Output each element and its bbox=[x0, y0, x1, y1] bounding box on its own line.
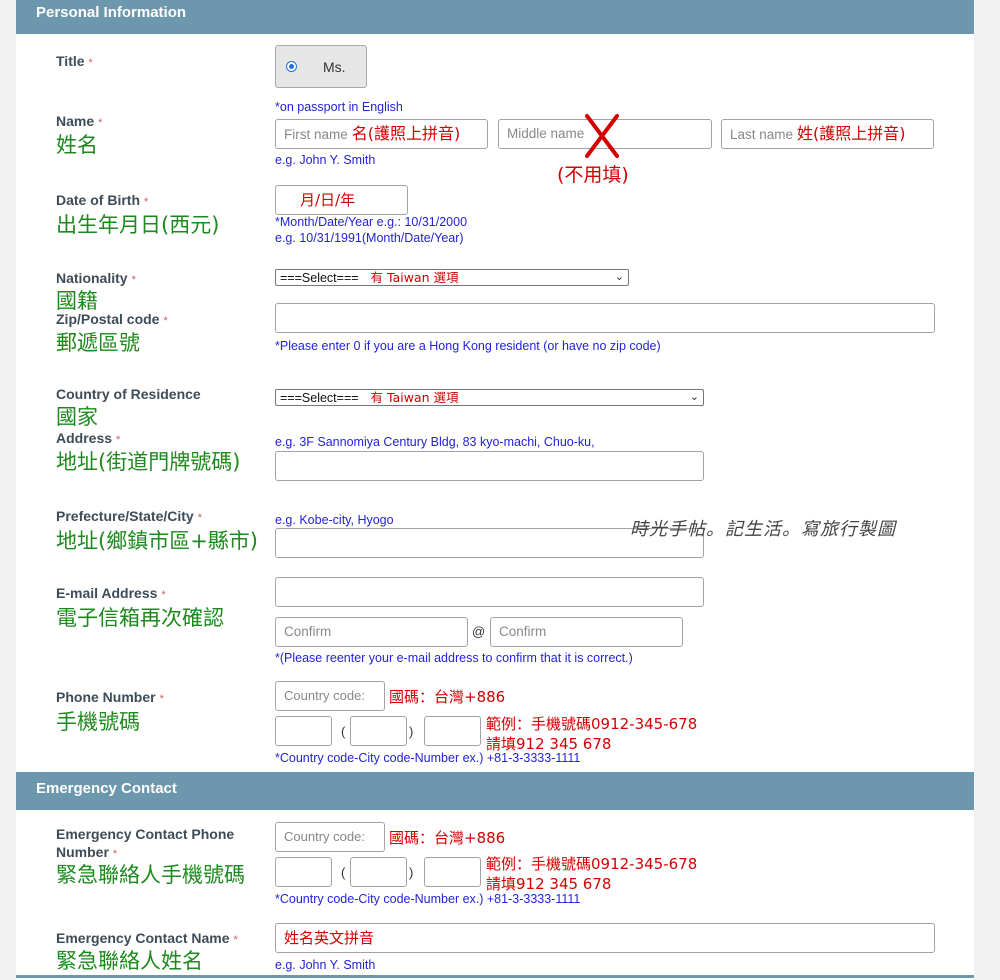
ec-phone-city-input[interactable] bbox=[350, 857, 407, 887]
title-label: Title * bbox=[56, 53, 93, 69]
section-header-personal: Personal Information bbox=[16, 0, 974, 34]
ec-phone-note-2: 請填912 345 678 bbox=[486, 875, 612, 893]
dob-hint-1: *Month/Date/Year e.g.: 10/31/2000 bbox=[275, 215, 468, 229]
zip-label: Zip/Postal code * bbox=[56, 311, 168, 327]
ec-phone-hint: *Country code-City code-Number ex.) +81-… bbox=[275, 892, 581, 906]
first-name-input[interactable]: First name 名(護照上拼音) bbox=[275, 119, 488, 149]
middle-name-note: (不用填) bbox=[557, 164, 629, 186]
dob-hint-2: e.g. 10/31/1991(Month/Date/Year) bbox=[275, 231, 464, 245]
phone-note-1: 範例：手機號碼0912-345-678 bbox=[486, 715, 698, 733]
last-name-note: 姓(護照上拼音) bbox=[797, 124, 906, 143]
name-example: e.g. John Y. Smith bbox=[275, 153, 376, 167]
name-zh: 姓名 bbox=[56, 133, 98, 157]
residence-select[interactable]: ===Select=== 有 Taiwan 選項 ⌄ bbox=[275, 389, 704, 406]
cross-mark-icon bbox=[585, 114, 619, 158]
phone-country-note: 國碼：台灣+886 bbox=[389, 688, 506, 706]
zip-zh: 郵遞區號 bbox=[56, 331, 140, 355]
title-radio-box[interactable]: Ms. bbox=[275, 45, 367, 88]
bottom-divider bbox=[16, 975, 974, 978]
phone-close-paren: ) bbox=[409, 724, 414, 739]
email-confirm-user-input[interactable]: Confirm bbox=[275, 617, 468, 647]
radio-selected-icon[interactable] bbox=[286, 61, 297, 72]
city-zh: 地址(鄉鎮市區+縣市) bbox=[56, 529, 258, 553]
dob-zh: 出生年月日(西元) bbox=[56, 213, 220, 237]
nationality-select[interactable]: ===Select=== 有 Taiwan 選項 ⌄ bbox=[275, 269, 629, 286]
city-label: Prefecture/State/City * bbox=[56, 508, 202, 524]
phone-number-input[interactable] bbox=[424, 716, 481, 746]
residence-zh: 國家 bbox=[56, 405, 98, 429]
zip-input[interactable] bbox=[275, 303, 935, 333]
chevron-down-icon: ⌄ bbox=[689, 391, 699, 403]
watermark-text: 時光手帖。記生活。寫旅行製圖 bbox=[630, 519, 896, 540]
city-hint: e.g. Kobe-city, Hyogo bbox=[275, 513, 394, 527]
address-zh: 地址(街道門牌號碼) bbox=[56, 450, 241, 474]
name-label: Name * bbox=[56, 113, 103, 129]
address-input[interactable] bbox=[275, 451, 704, 481]
chevron-down-icon: ⌄ bbox=[614, 271, 624, 283]
radio-ms-label: Ms. bbox=[323, 59, 346, 75]
last-name-input[interactable]: Last name 姓(護照上拼音) bbox=[721, 119, 934, 149]
ec-name-example: e.g. John Y. Smith bbox=[275, 958, 376, 972]
ec-phone-zh: 緊急聯絡人手機號碼 bbox=[56, 863, 245, 887]
phone-country-input[interactable] bbox=[275, 716, 332, 746]
residence-note: 有 Taiwan 選項 bbox=[370, 390, 459, 405]
ec-phone-country-input[interactable] bbox=[275, 857, 332, 887]
dob-label: Date of Birth * bbox=[56, 192, 149, 208]
name-hint: *on passport in English bbox=[275, 100, 403, 114]
ec-phone-number-input[interactable] bbox=[424, 857, 481, 887]
ec-phone-close-paren: ) bbox=[409, 865, 414, 880]
nationality-label: Nationality * bbox=[56, 270, 136, 286]
ec-phone-country-note: 國碼：台灣+886 bbox=[389, 829, 506, 847]
address-label: Address * bbox=[56, 430, 121, 446]
zip-hint: *Please enter 0 if you are a Hong Kong r… bbox=[275, 339, 661, 353]
phone-city-input[interactable] bbox=[350, 716, 407, 746]
email-input[interactable] bbox=[275, 577, 704, 607]
phone-hint: *Country code-City code-Number ex.) +81-… bbox=[275, 751, 581, 765]
ec-phone-note-1: 範例：手機號碼0912-345-678 bbox=[486, 855, 698, 873]
nationality-note: 有 Taiwan 選項 bbox=[370, 270, 459, 285]
phone-open-paren: ( bbox=[341, 724, 346, 739]
ec-phone-label-1: Emergency Contact Phone bbox=[56, 826, 235, 842]
email-label: E-mail Address * bbox=[56, 585, 166, 601]
email-hint: *(Please reenter your e-mail address to … bbox=[275, 651, 633, 665]
phone-country-code-input[interactable]: Country code: bbox=[275, 681, 385, 711]
email-confirm-domain-input[interactable]: Confirm bbox=[490, 617, 683, 647]
email-zh: 電子信箱再次確認 bbox=[56, 606, 224, 630]
address-hint: e.g. 3F Sannomiya Century Bldg, 83 kyo-m… bbox=[275, 435, 595, 449]
at-sign: @ bbox=[472, 624, 486, 639]
ec-name-input[interactable]: 姓名英文拼音 bbox=[275, 923, 935, 953]
ec-name-label: Emergency Contact Name * bbox=[56, 930, 238, 946]
phone-zh: 手機號碼 bbox=[56, 710, 140, 734]
dob-input[interactable]: 月/日/年 bbox=[275, 185, 408, 215]
residence-label: Country of Residence bbox=[56, 386, 201, 402]
ec-name-zh: 緊急聯絡人姓名 bbox=[56, 949, 203, 973]
ec-phone-country-code-input[interactable]: Country code: bbox=[275, 822, 385, 852]
ec-phone-label-2: Number * bbox=[56, 844, 118, 860]
ec-phone-open-paren: ( bbox=[341, 865, 346, 880]
phone-label: Phone Number * bbox=[56, 689, 164, 705]
first-name-note: 名(護照上拼音) bbox=[351, 124, 461, 143]
section-header-emergency: Emergency Contact bbox=[16, 772, 974, 810]
